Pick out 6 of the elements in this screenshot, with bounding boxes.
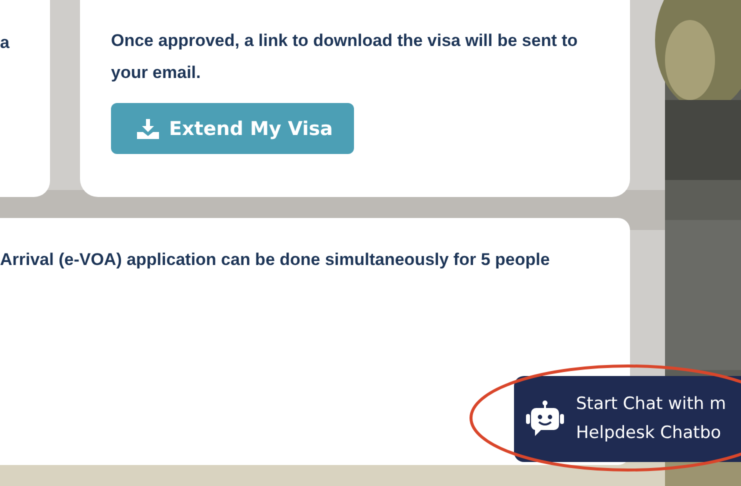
approval-text: Once approved, a link to download the visa will be sent to your email.: [111, 30, 579, 84]
card-text: a: [0, 32, 10, 54]
download-icon: [137, 118, 159, 138]
robot-icon: [526, 400, 564, 438]
info-text: Arrival (e-VOA) application can be done simultaneously for 5 people: [0, 249, 551, 271]
chatbot-button[interactable]: Start Chat with m Helpdesk Chatbo: [514, 376, 741, 462]
